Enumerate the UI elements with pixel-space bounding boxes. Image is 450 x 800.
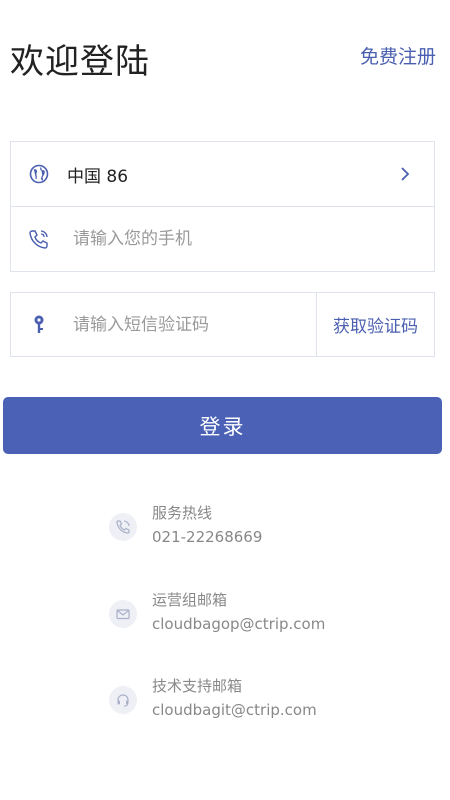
get-code-button[interactable]: 获取验证码 — [316, 293, 434, 356]
chevron-right-icon — [398, 167, 412, 181]
contact-hotline-text: 服务热线 021-22268669 — [152, 502, 262, 548]
mail-icon — [109, 600, 137, 628]
phone-row — [11, 206, 434, 271]
sms-code-row — [11, 293, 316, 356]
globe-icon — [11, 142, 67, 206]
sms-code-input[interactable] — [67, 293, 316, 356]
contact-label: 运营组邮箱 — [152, 591, 228, 609]
key-icon — [11, 293, 67, 356]
contact-hotline: 服务热线 021-22268669 — [109, 502, 262, 548]
contact-label: 服务热线 — [152, 504, 213, 522]
sms-code-group: 获取验证码 — [10, 292, 435, 357]
login-button[interactable]: 登录 — [3, 397, 442, 454]
phone-input[interactable] — [67, 207, 434, 271]
contact-label: 技术支持邮箱 — [152, 677, 243, 695]
contact-value[interactable]: cloudbagit@ctrip.com — [152, 699, 317, 721]
headset-icon — [109, 686, 137, 714]
contact-support-email: 技术支持邮箱 cloudbagit@ctrip.com — [109, 675, 317, 721]
phone-icon — [11, 207, 67, 271]
page-title: 欢迎登陆 — [10, 42, 150, 82]
country-code-text: 中国 86 — [67, 166, 129, 187]
phone-login-group: 中国 86 — [10, 141, 435, 272]
register-link[interactable]: 免费注册 — [360, 42, 436, 69]
contact-value[interactable]: cloudbagop@ctrip.com — [152, 613, 325, 635]
contact-value[interactable]: 021-22268669 — [152, 526, 262, 548]
contact-ops-email-text: 运营组邮箱 cloudbagop@ctrip.com — [152, 589, 325, 635]
phone-icon — [109, 513, 137, 541]
country-selector[interactable]: 中国 86 — [11, 142, 434, 206]
contact-ops-email: 运营组邮箱 cloudbagop@ctrip.com — [109, 589, 325, 635]
contact-support-email-text: 技术支持邮箱 cloudbagit@ctrip.com — [152, 675, 317, 721]
